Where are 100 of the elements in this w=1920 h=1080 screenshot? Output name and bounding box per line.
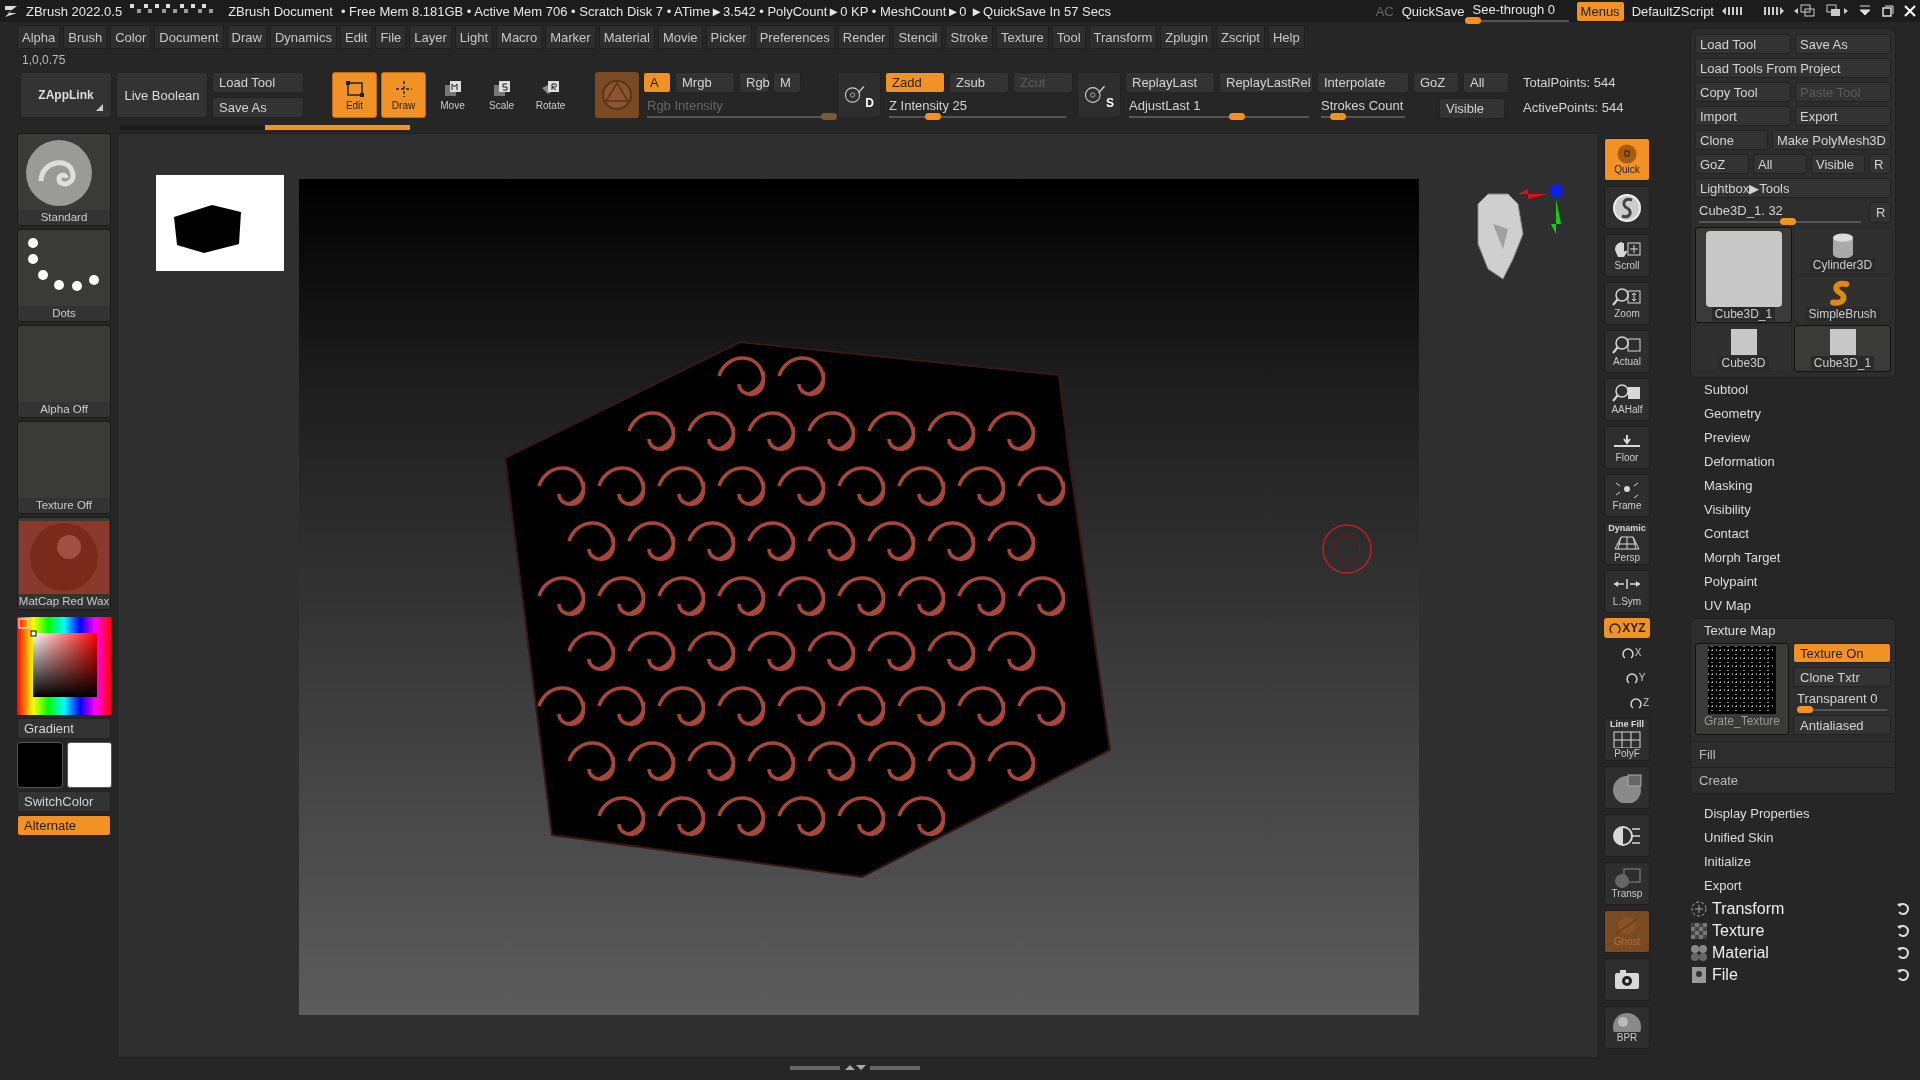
palette-header[interactable]: Material xyxy=(1712,944,1769,962)
shelf-item[interactable]: Standard xyxy=(17,133,111,226)
stroke-mode-button[interactable]: S xyxy=(1077,72,1121,118)
menu-item[interactable]: Marker xyxy=(545,25,596,49)
subpalette-item[interactable]: UV Map xyxy=(1690,594,1890,618)
resize-handle-icon[interactable] xyxy=(790,1063,920,1073)
refresh-icon[interactable] xyxy=(1896,968,1910,982)
restore-icon[interactable] xyxy=(1882,5,1894,17)
refresh-icon[interactable] xyxy=(1896,946,1910,960)
tool-button[interactable]: Import xyxy=(1695,106,1791,126)
subpalette-item[interactable]: Initialize xyxy=(1690,850,1890,874)
visible-button[interactable]: Visible xyxy=(1439,97,1505,119)
texture-thumbnail[interactable]: Grate_Texture xyxy=(1695,643,1789,735)
live-boolean-button[interactable]: Live Boolean xyxy=(116,72,208,118)
menu-item[interactable]: Zscript xyxy=(1215,25,1265,49)
color-swatch[interactable] xyxy=(17,742,63,788)
palette-header[interactable]: Transform xyxy=(1712,900,1785,918)
tool-button[interactable]: Lightbox▶Tools xyxy=(1695,178,1891,198)
menu-item[interactable]: Macro xyxy=(496,25,543,49)
menu-item[interactable]: Light xyxy=(454,25,494,49)
color-mode-button[interactable]: M xyxy=(773,72,801,93)
slider-handle[interactable] xyxy=(1464,17,1481,24)
subpalette-item[interactable]: Deformation xyxy=(1690,450,1890,474)
shelf-button[interactable]: Actual xyxy=(1604,330,1650,373)
refresh-icon[interactable] xyxy=(1896,924,1910,938)
antialiased-button[interactable]: Antialiased xyxy=(1793,715,1891,735)
goz-button[interactable]: GoZ xyxy=(1413,71,1459,93)
menu-item[interactable]: Zplugin xyxy=(1160,25,1213,49)
axis-button[interactable]: XYZ xyxy=(1604,618,1650,638)
menu-item[interactable]: Layer xyxy=(409,25,452,49)
slider-handle[interactable] xyxy=(1229,113,1245,120)
color-swatch[interactable] xyxy=(66,742,112,788)
menu-item[interactable]: Document xyxy=(154,25,224,49)
slider-handle[interactable] xyxy=(1797,706,1813,713)
close-icon[interactable] xyxy=(1904,5,1916,17)
subpalette-item[interactable]: Display Properties xyxy=(1690,802,1890,826)
gradient-button[interactable]: Gradient xyxy=(17,718,111,739)
axis-button[interactable]: Y xyxy=(1604,668,1650,688)
transform-mode-button[interactable]: Scale xyxy=(479,72,524,118)
menu-item[interactable]: Picker xyxy=(705,25,752,49)
save-as-button[interactable]: Save As xyxy=(212,97,304,118)
menu-item[interactable]: Alpha xyxy=(17,25,61,49)
layout-left-icon[interactable] xyxy=(1794,4,1816,18)
shelf-button[interactable]: Frame xyxy=(1604,474,1650,517)
menu-item[interactable]: Transform xyxy=(1088,25,1158,49)
tool-button[interactable]: Clone xyxy=(1695,130,1768,150)
transform-mode-button[interactable]: Edit xyxy=(332,72,377,118)
refresh-icon[interactable] xyxy=(1896,902,1910,916)
zapplink-button[interactable]: ZAppLink xyxy=(20,72,112,118)
replay-last-button[interactable]: ReplayLast xyxy=(1125,72,1215,93)
color-mode-button[interactable]: Mrgb xyxy=(675,72,735,93)
transform-mode-button[interactable]: Move xyxy=(430,72,475,118)
switch-color-button[interactable]: SwitchColor xyxy=(17,791,111,812)
tool-thumbnail[interactable]: Cube3D_1 xyxy=(1695,227,1792,323)
shelf-button[interactable] xyxy=(1604,814,1650,857)
replay-last-rel-button[interactable]: ReplayLastRel xyxy=(1219,72,1313,93)
menu-item[interactable]: Stroke xyxy=(945,25,994,49)
subpalette-item[interactable]: Preview xyxy=(1690,426,1890,450)
subpalette-item[interactable]: Masking xyxy=(1690,474,1890,498)
shelf-item[interactable]: Alpha Off xyxy=(17,325,111,418)
tool-button[interactable]: Load Tools From Project xyxy=(1695,58,1891,78)
subpalette-item[interactable]: Contact xyxy=(1690,522,1890,546)
color-mode-button[interactable]: A xyxy=(643,72,671,93)
tool-thumbnail[interactable]: Cube3D_1 xyxy=(1794,325,1891,372)
shelf-button[interactable]: BPR xyxy=(1604,1006,1650,1049)
menu-item[interactable]: Movie xyxy=(657,25,703,49)
shelf-button[interactable] xyxy=(1604,186,1650,229)
subpalette-item[interactable]: Texture Map xyxy=(1691,619,1891,643)
slider-handle[interactable] xyxy=(925,113,942,120)
reset-button[interactable]: R xyxy=(1869,202,1891,223)
layout-right-icon[interactable] xyxy=(1826,4,1848,18)
transform-mode-button[interactable]: Rotate xyxy=(528,72,573,118)
menu-item[interactable]: Edit xyxy=(339,25,373,49)
subpalette-item[interactable]: Visibility xyxy=(1690,498,1890,522)
shelf-item[interactable]: MatCap Red Wax xyxy=(17,517,111,610)
menus-button[interactable]: Menus xyxy=(1576,1,1624,21)
menu-item[interactable]: Texture xyxy=(996,25,1049,49)
shelf-button[interactable]: Floor xyxy=(1604,426,1650,469)
tool-button[interactable]: R xyxy=(1869,154,1891,174)
subpalette-item[interactable]: Subtool xyxy=(1690,378,1890,402)
minimize-icon[interactable] xyxy=(1858,5,1872,17)
subpalette-item[interactable]: Export xyxy=(1690,874,1890,898)
axis-button[interactable]: Z xyxy=(1604,693,1650,713)
slider-handle[interactable] xyxy=(1780,217,1797,225)
menu-item[interactable]: Dynamics xyxy=(269,25,337,49)
menu-item[interactable]: Color xyxy=(110,25,152,49)
tool-button[interactable]: Load Tool xyxy=(1695,34,1791,54)
palette-header[interactable]: File xyxy=(1712,966,1738,984)
tool-button[interactable]: GoZ xyxy=(1695,154,1749,174)
load-tool-button[interactable]: Load Tool xyxy=(212,72,304,93)
shelf-button[interactable]: Line Fill PolyF xyxy=(1604,718,1650,761)
shelf-button[interactable]: Zoom xyxy=(1604,282,1650,325)
subpalette-item[interactable]: Morph Target xyxy=(1690,546,1890,570)
texture-on-button[interactable]: Texture On xyxy=(1793,643,1891,663)
color-mode-button[interactable]: Rgb xyxy=(739,72,769,93)
menu-item[interactable]: Brush xyxy=(63,25,108,49)
alternate-button[interactable]: Alternate xyxy=(17,815,111,836)
create-button[interactable]: Create xyxy=(1691,767,1895,793)
subpalette-item[interactable]: Geometry xyxy=(1690,402,1890,426)
menu-item[interactable]: Render xyxy=(837,25,891,49)
